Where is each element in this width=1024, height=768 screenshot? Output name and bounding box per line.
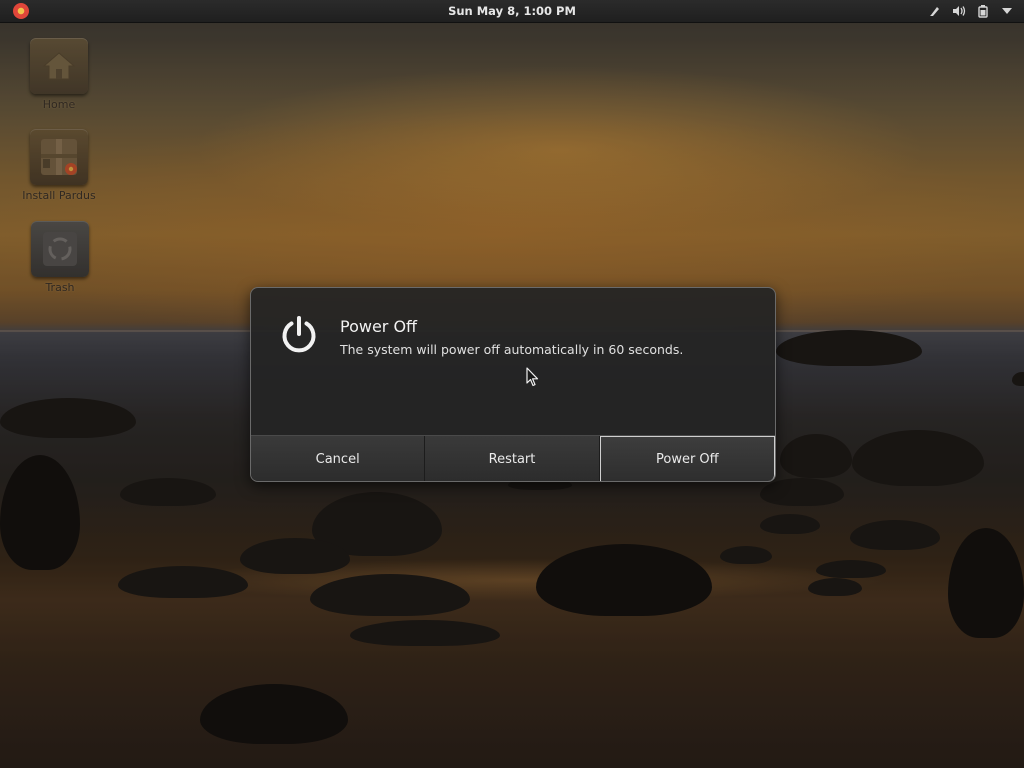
dialog-button-row: Cancel Restart Power Off (251, 435, 775, 481)
battery-icon[interactable] (976, 4, 990, 18)
dialog-title: Power Off (340, 317, 418, 336)
dialog-content: Power Off The system will power off auto… (251, 288, 775, 435)
dialog-message: The system will power off automatically … (340, 342, 684, 357)
power-off-dialog: Power Off The system will power off auto… (250, 287, 776, 482)
restart-button[interactable]: Restart (425, 436, 600, 481)
desktop-screen: Sun May 8, 1:00 PM Home Install Pardus T… (0, 0, 1024, 768)
volume-icon[interactable] (952, 4, 966, 18)
power-off-button[interactable]: Power Off (599, 436, 775, 481)
pen-icon[interactable] (928, 4, 942, 18)
menu-arrow-icon[interactable] (1000, 4, 1014, 18)
cancel-button[interactable]: Cancel (251, 436, 426, 481)
power-icon (279, 315, 319, 355)
top-panel: Sun May 8, 1:00 PM (0, 0, 1024, 23)
clock[interactable]: Sun May 8, 1:00 PM (0, 0, 1024, 22)
mouse-pointer-icon (526, 367, 540, 387)
system-tray (928, 0, 1014, 22)
